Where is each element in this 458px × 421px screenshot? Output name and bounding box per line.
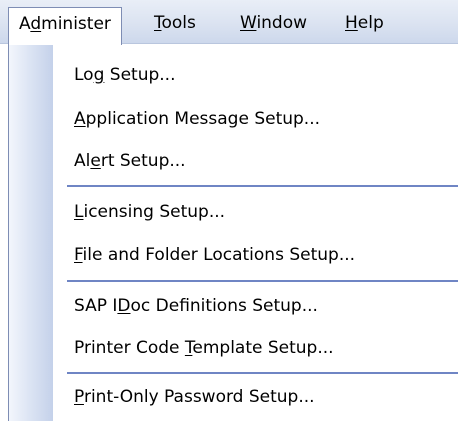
menu-administer-label-part: A — [19, 14, 31, 34]
menu-item-label: Licensing Setup... — [74, 192, 225, 232]
menu-item-label: SAP IDoc Definitions Setup... — [74, 286, 318, 326]
label-text: Al — [74, 151, 91, 171]
label-text-rest: oc Definitions Setup... — [130, 296, 318, 316]
menu-item-label: File and Folder Locations Setup... — [74, 235, 355, 275]
label-text: SAP I — [74, 296, 118, 316]
label-mnemonic: P — [74, 387, 84, 407]
menu-window[interactable]: Window — [230, 7, 317, 40]
menu-window-label-rest: indow — [256, 13, 308, 33]
menu-separator — [67, 280, 458, 282]
menu-item-print-only-password-setup[interactable]: Print-Only Password Setup... — [9, 377, 458, 417]
menu-item-label: Log Setup... — [74, 55, 175, 95]
menu-item-log-setup[interactable]: Log Setup... — [9, 55, 458, 95]
menu-item-printer-code-template-setup[interactable]: Printer Code Template Setup... — [9, 328, 458, 368]
label-text: Printer Code — [74, 338, 185, 358]
menu-bar: Administer Tools Window Help — [0, 0, 458, 45]
label-mnemonic: F — [74, 245, 83, 265]
menu-item-file-folder-locations-setup[interactable]: File and Folder Locations Setup... — [9, 235, 458, 275]
label-text-rest: rt Setup... — [100, 151, 186, 171]
menu-administer-label-rest: minister — [41, 14, 111, 34]
menu-item-label: Printer Code Template Setup... — [74, 328, 334, 368]
menu-item-label: Alert Setup... — [74, 141, 186, 181]
menu-item-label: Application Message Setup... — [74, 99, 320, 139]
label-text-rest: Setup... — [104, 65, 176, 85]
administer-dropdown-menu: Log Setup... Application Message Setup..… — [8, 44, 458, 421]
menu-tools-label-rest: ools — [161, 13, 196, 33]
menu-item-licensing-setup[interactable]: Licensing Setup... — [9, 192, 458, 232]
label-text-rest: icensing Setup... — [83, 202, 226, 222]
menu-tools-mnemonic: T — [154, 13, 162, 33]
menu-item-application-message-setup[interactable]: Application Message Setup... — [9, 99, 458, 139]
menu-item-sap-idoc-definitions-setup[interactable]: SAP IDoc Definitions Setup... — [9, 286, 458, 326]
label-text-rest: ile and Folder Locations Setup... — [82, 245, 356, 265]
menu-tools[interactable]: Tools — [144, 7, 206, 40]
label-text-rest: pplication Message Setup... — [85, 109, 321, 129]
menu-administer-mnemonic: d — [30, 14, 42, 34]
label-mnemonic: e — [90, 151, 101, 171]
menu-item-label: Print-Only Password Setup... — [74, 377, 315, 417]
menu-administer[interactable]: Administer — [8, 7, 122, 45]
label-text: Lo — [74, 65, 94, 85]
menu-help-mnemonic: H — [345, 13, 358, 33]
label-mnemonic: g — [93, 65, 105, 85]
menu-help-label-rest: elp — [357, 13, 384, 33]
label-mnemonic: A — [74, 109, 86, 129]
menu-separator — [67, 185, 458, 187]
menu-help[interactable]: Help — [335, 7, 394, 40]
menu-window-mnemonic: W — [240, 13, 257, 33]
label-text-rest: rint-Only Password Setup... — [83, 387, 315, 407]
menu-item-alert-setup[interactable]: Alert Setup... — [9, 141, 458, 181]
label-text-rest: emplate Setup... — [192, 338, 334, 358]
label-mnemonic: D — [117, 296, 131, 316]
menu-separator — [67, 372, 458, 374]
